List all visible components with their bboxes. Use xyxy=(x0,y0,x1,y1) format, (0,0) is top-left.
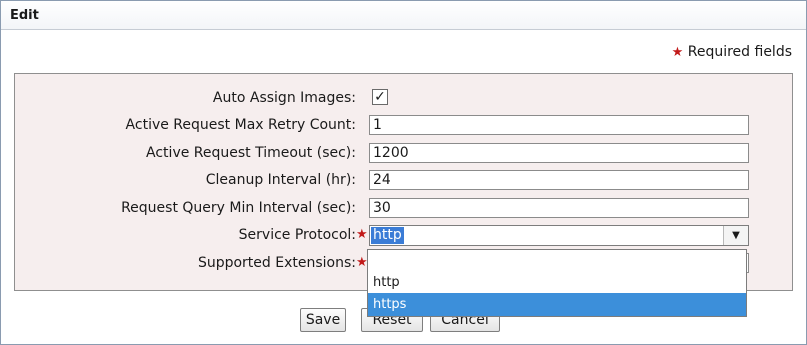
field-request-timeout: Active Request Timeout (sec): 1200 xyxy=(15,143,792,165)
request-timeout-input[interactable]: 1200 xyxy=(369,143,749,163)
dropdown-option-empty[interactable] xyxy=(368,250,746,273)
field-service-protocol: Service Protocol: ★ http ▼ xyxy=(15,225,792,247)
required-fields-note: ★ Required fields xyxy=(672,44,792,60)
field-query-min-interval: Request Query Min Interval (sec): 30 xyxy=(15,198,792,220)
service-protocol-select[interactable]: http ▼ xyxy=(369,225,749,246)
max-retry-count-input[interactable]: 1 xyxy=(369,115,749,135)
field-label: Request Query Min Interval (sec): xyxy=(121,200,356,216)
field-label: Active Request Timeout (sec): xyxy=(146,145,356,161)
field-label: Supported Extensions: xyxy=(197,255,356,271)
field-label: Service Protocol: xyxy=(238,227,356,243)
required-star-icon: ★ xyxy=(356,255,368,270)
dialog-title: Edit xyxy=(10,8,39,23)
field-label: Auto Assign Images: xyxy=(212,90,356,106)
required-fields-label: Required fields xyxy=(687,44,792,60)
cleanup-interval-input[interactable]: 24 xyxy=(369,170,749,190)
field-label: Cleanup Interval (hr): xyxy=(205,172,356,188)
required-star-icon: ★ xyxy=(671,45,684,60)
field-cleanup-interval: Cleanup Interval (hr): 24 xyxy=(15,170,792,192)
field-auto-assign-images: Auto Assign Images: ✓ xyxy=(15,88,792,110)
dialog-titlebar[interactable]: Edit xyxy=(1,1,806,30)
save-button[interactable]: Save xyxy=(300,308,346,332)
field-label: Active Request Max Retry Count: xyxy=(125,117,356,133)
service-protocol-dropdown-list: http https xyxy=(367,249,747,317)
required-star-icon: ★ xyxy=(356,227,368,242)
field-max-retry-count: Active Request Max Retry Count: 1 xyxy=(15,115,792,137)
dropdown-option-https[interactable]: https xyxy=(368,293,746,316)
auto-assign-images-checkbox[interactable]: ✓ xyxy=(372,89,388,105)
dropdown-option-http[interactable]: http xyxy=(368,271,746,294)
check-mark-icon: ✓ xyxy=(374,89,386,105)
service-protocol-value: http xyxy=(371,227,404,244)
query-min-interval-input[interactable]: 30 xyxy=(369,198,749,218)
chevron-down-icon[interactable]: ▼ xyxy=(723,226,748,245)
